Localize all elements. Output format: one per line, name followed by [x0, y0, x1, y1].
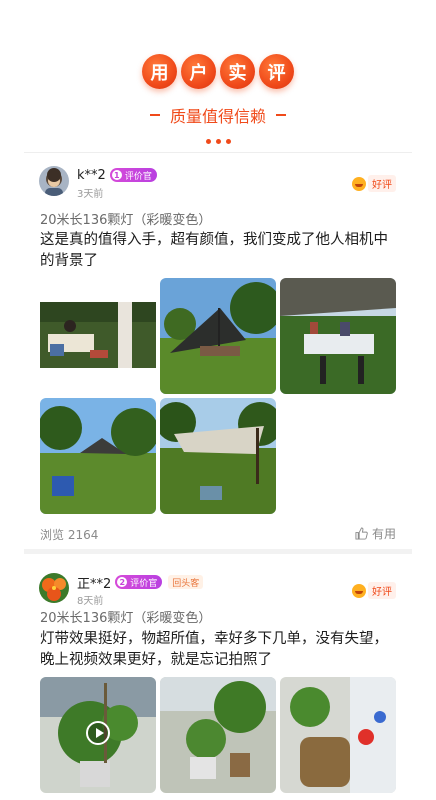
returning-customer-badge: 回头客	[168, 575, 204, 589]
review-text: 灯带效果挺好，物超所值，幸好多下几单，没有失望，晚上视频效果更好，就是忘记拍照了	[40, 631, 388, 668]
review-card[interactable]: 正**2 2 评价官 回头客 8天前 好评 20米长136颗灯（彩暖变色） 灯带…	[0, 557, 436, 800]
review-separator	[24, 549, 412, 554]
play-icon[interactable]	[86, 721, 110, 745]
reviewer-name: 正**2	[77, 576, 112, 592]
title-char: 户	[181, 54, 216, 89]
review-photo[interactable]	[160, 278, 276, 394]
subtitle-dash-right	[276, 114, 286, 116]
useful-label: 有用	[371, 527, 396, 541]
useful-button[interactable]: 有用	[355, 525, 396, 542]
avatar[interactable]	[39, 573, 69, 603]
title-char: 实	[220, 54, 255, 89]
review-photo[interactable]	[280, 278, 396, 394]
review-time: 8天前	[77, 596, 104, 607]
reviewer-level-badge: 1 评价官	[109, 168, 157, 182]
rating-label: 好评	[368, 175, 396, 192]
view-count: 浏览 2164	[40, 528, 99, 542]
product-spec: 20米长136颗灯（彩暖变色）	[40, 611, 212, 626]
avatar[interactable]	[39, 166, 69, 196]
rating-tag: 好评	[352, 175, 396, 192]
badge-label: 评价官	[124, 171, 152, 182]
review-text: 这是真的值得入手，超有颜值，我们变成了他人相机中的背景了	[40, 232, 388, 269]
smile-face-icon	[352, 583, 366, 598]
section-title: 用 户 实 评	[0, 54, 436, 89]
reviewer-info: k**2 1 评价官 3天前	[39, 166, 157, 200]
decor-dots	[0, 139, 436, 144]
subtitle-text: 质量值得信赖	[169, 107, 266, 126]
review-photo[interactable]	[40, 278, 156, 394]
review-card[interactable]: k**2 1 评价官 3天前 好评 20米长136颗灯（彩暖变色） 这是真的值得…	[0, 150, 436, 548]
title-char: 评	[259, 54, 294, 89]
title-char: 用	[142, 54, 177, 89]
subtitle-dash-left	[149, 114, 160, 116]
smile-face-icon	[352, 176, 366, 191]
review-video[interactable]	[40, 677, 156, 793]
reviewer-name: k**2	[77, 167, 106, 183]
reviewer-info: 正**2 2 评价官 回头客 8天前	[39, 573, 204, 607]
section-subtitle: 质量值得信赖	[0, 103, 436, 127]
review-section-header: 用 户 实 评 质量值得信赖	[0, 0, 436, 150]
badge-label: 评价官	[130, 578, 158, 589]
review-photo[interactable]	[160, 398, 276, 514]
rating-tag: 好评	[352, 582, 396, 599]
review-photo[interactable]	[280, 677, 396, 793]
level-number: 2	[117, 577, 128, 587]
product-spec: 20米长136颗灯（彩暖变色）	[40, 213, 212, 228]
level-number: 1	[111, 170, 122, 180]
thumbs-up-icon	[355, 527, 368, 540]
reviewer-level-badge: 2 评价官	[115, 575, 163, 589]
review-time: 3天前	[77, 189, 104, 200]
review-photo[interactable]	[160, 677, 276, 793]
review-photo[interactable]	[40, 398, 156, 514]
rating-label: 好评	[368, 582, 396, 599]
